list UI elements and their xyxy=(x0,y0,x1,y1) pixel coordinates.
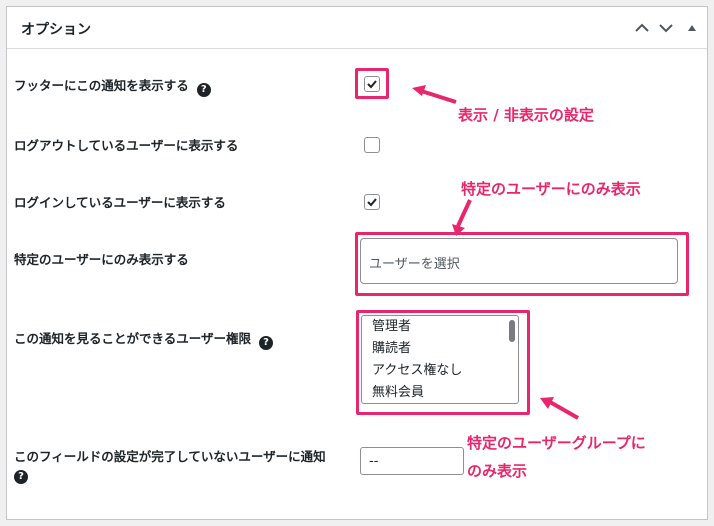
callout-specific-user: 特定のユーザーにのみ表示 xyxy=(461,180,641,198)
footer-display-label: フッターにこの通知を表示する? xyxy=(14,75,211,97)
footer-display-checkbox[interactable] xyxy=(364,76,380,92)
logged-in-checkbox[interactable] xyxy=(364,194,380,210)
triangle-up-icon[interactable] xyxy=(683,19,701,37)
role-option[interactable]: 管理者 xyxy=(362,316,518,338)
roles-listbox[interactable]: 管理者 購読者 アクセス権なし 無料会員 xyxy=(361,315,519,404)
specific-users-label: 特定のユーザーにのみ表示する xyxy=(14,252,189,267)
user-select-input[interactable]: ユーザーを選択 xyxy=(360,238,678,284)
role-label: この通知を見ることができるユーザー権限? xyxy=(14,328,274,350)
arrow-icon xyxy=(412,85,457,104)
panel-title: オプション xyxy=(21,22,91,38)
arrow-icon xyxy=(452,199,472,236)
notify-dropdown[interactable]: -- xyxy=(360,447,464,475)
chevron-down-icon[interactable] xyxy=(657,19,675,37)
incomplete-notify-help-wrap: ? xyxy=(14,465,28,484)
logged-out-label: ログアウトしているユーザーに表示する xyxy=(14,138,239,153)
logged-out-checkbox[interactable] xyxy=(364,137,380,153)
incomplete-notify-label: このフィールドの設定が完了していないユーザーに通知 xyxy=(14,449,326,464)
chevron-up-icon[interactable] xyxy=(633,19,651,37)
role-option[interactable]: アクセス権なし xyxy=(362,360,518,382)
role-option[interactable]: 購読者 xyxy=(362,338,518,360)
footer-display-text: フッターにこの通知を表示する xyxy=(14,78,189,93)
role-option[interactable]: 無料会員 xyxy=(362,382,518,403)
help-icon[interactable]: ? xyxy=(14,470,28,484)
logged-in-label: ログインしているユーザーに表示する xyxy=(14,195,226,210)
callout-group-line2: のみ表示 xyxy=(467,462,528,480)
role-label-text: この通知を見ることができるユーザー権限 xyxy=(14,331,252,346)
callout-group-line1: 特定のユーザーグループに xyxy=(467,434,646,452)
arrow-icon xyxy=(540,397,579,420)
listbox-scrollbar[interactable] xyxy=(509,320,515,342)
help-icon[interactable]: ? xyxy=(259,336,274,350)
callout-show-hide: 表示 / 非表示の設定 xyxy=(458,106,594,124)
panel-header: オプション xyxy=(7,7,707,49)
help-icon[interactable]: ? xyxy=(196,83,211,97)
